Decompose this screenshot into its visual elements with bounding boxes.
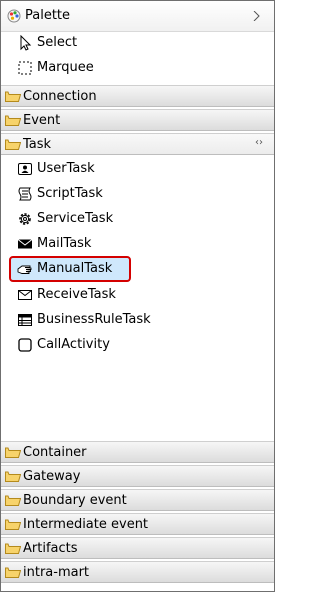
folder-open-icon xyxy=(5,139,21,150)
palette-title: Palette xyxy=(25,8,71,23)
folder-icon xyxy=(5,447,21,458)
drawer-gateway[interactable]: Gateway xyxy=(1,465,274,487)
tool-marquee[interactable]: Marquee xyxy=(1,56,274,80)
drawer-task[interactable]: Task ‹› xyxy=(1,133,274,155)
task-usertask[interactable]: UserTask xyxy=(1,157,274,181)
task-callactivity[interactable]: CallActivity xyxy=(1,333,274,357)
drawer-artifacts[interactable]: Artifacts xyxy=(1,537,274,559)
task-manualtask[interactable]: ManualTask xyxy=(1,257,274,281)
table-icon xyxy=(18,314,32,326)
drawer-container[interactable]: Container xyxy=(1,441,274,463)
task-businessruletask[interactable]: BusinessRuleTask xyxy=(1,308,274,332)
mail-filled-icon xyxy=(17,239,33,249)
task-scripttask-label: ScriptTask xyxy=(37,186,103,201)
task-mailtask[interactable]: MailTask xyxy=(1,232,274,256)
drawer-intra-mart-label: intra-mart xyxy=(23,565,90,580)
drawer-gateway-label: Gateway xyxy=(23,469,81,484)
hand-icon xyxy=(17,265,32,274)
palette-icon xyxy=(7,9,21,23)
task-servicetask-label: ServiceTask xyxy=(37,211,114,226)
drawer-boundary-event-label: Boundary event xyxy=(23,493,127,508)
drawer-intermediate-event[interactable]: Intermediate event xyxy=(1,513,274,535)
folder-icon xyxy=(5,495,21,506)
task-usertask-label: UserTask xyxy=(37,161,95,176)
task-mailtask-label: MailTask xyxy=(37,236,92,251)
task-manualtask-label: ManualTask xyxy=(37,261,113,276)
folder-icon xyxy=(5,115,21,126)
marquee-icon xyxy=(18,61,32,75)
task-receivetask-label: ReceiveTask xyxy=(37,287,116,302)
folder-icon xyxy=(5,543,21,554)
palette-header[interactable]: Palette xyxy=(1,1,274,32)
tool-marquee-label: Marquee xyxy=(37,60,94,75)
script-task-icon xyxy=(18,187,32,201)
task-scripttask[interactable]: ScriptTask xyxy=(1,182,274,206)
task-businessruletask-label: BusinessRuleTask xyxy=(37,312,151,327)
drawer-intermediate-event-label: Intermediate event xyxy=(23,517,149,532)
drawer-connection[interactable]: Connection xyxy=(1,85,274,107)
drawer-event-label: Event xyxy=(23,113,61,128)
tool-select[interactable]: Select xyxy=(1,31,274,55)
task-receivetask[interactable]: ReceiveTask xyxy=(1,283,274,307)
task-servicetask[interactable]: ServiceTask xyxy=(1,207,274,231)
drawer-event[interactable]: Event xyxy=(1,109,274,131)
palette-panel: Palette Select Marquee Connection Event xyxy=(0,0,275,592)
drawer-boundary-event[interactable]: Boundary event xyxy=(1,489,274,511)
cursor-arrow-icon xyxy=(20,35,32,51)
folder-icon xyxy=(5,519,21,530)
task-callactivity-label: CallActivity xyxy=(37,337,110,352)
folder-icon xyxy=(5,567,21,578)
envelope-icon xyxy=(18,290,32,300)
rounded-box-icon xyxy=(18,338,32,352)
drawer-intra-mart[interactable]: intra-mart xyxy=(1,561,274,583)
gear-icon xyxy=(19,213,31,225)
drawer-artifacts-label: Artifacts xyxy=(23,541,78,556)
drawer-connection-label: Connection xyxy=(23,89,97,104)
drawer-container-label: Container xyxy=(23,445,87,460)
user-task-icon xyxy=(18,163,32,175)
pin-icon[interactable]: ‹› xyxy=(255,137,263,148)
folder-icon xyxy=(5,471,21,482)
drawer-task-label: Task xyxy=(23,137,52,152)
tool-select-label: Select xyxy=(37,35,78,50)
folder-icon xyxy=(5,91,21,102)
chevron-right-icon[interactable] xyxy=(253,11,261,21)
